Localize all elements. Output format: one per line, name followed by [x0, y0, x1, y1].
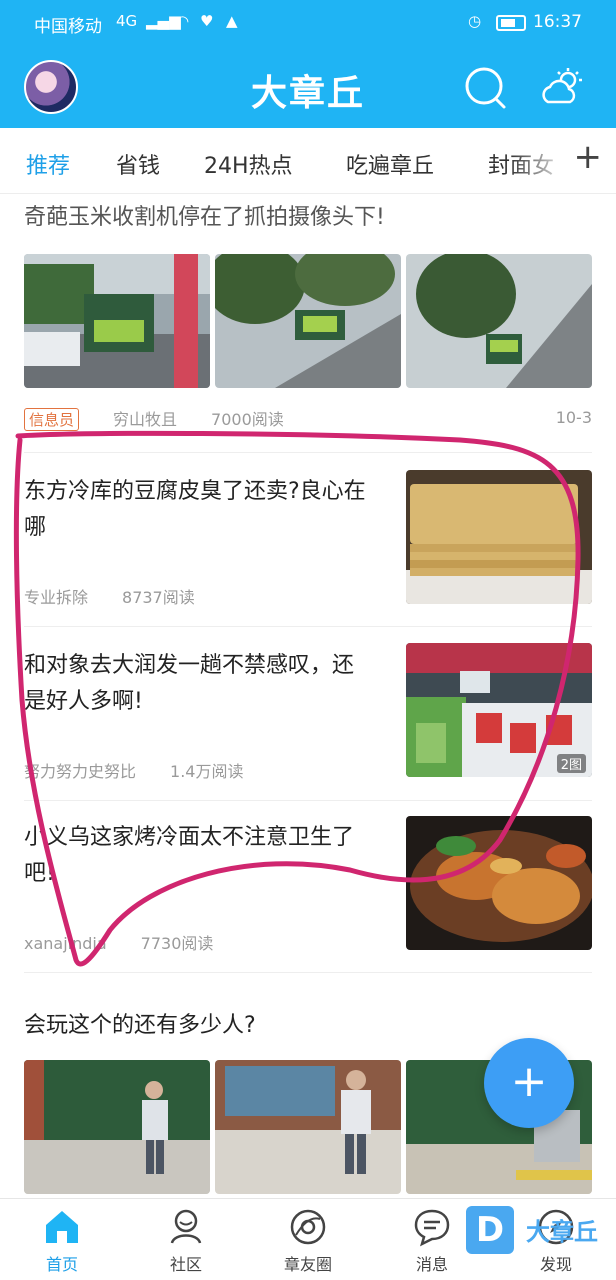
- publish-date: 10-3: [555, 408, 592, 427]
- article-photo[interactable]: [24, 254, 210, 388]
- divider: [24, 800, 592, 801]
- compose-button[interactable]: +: [484, 1038, 574, 1128]
- article-meta: 专业拆除 8737阅读: [24, 584, 229, 608]
- read-count: 8737阅读: [122, 588, 195, 607]
- message-icon: [414, 1209, 450, 1247]
- nav-label: 社区: [169, 1255, 202, 1274]
- home-icon: [46, 1211, 78, 1243]
- image-count-badge: 2图: [556, 754, 586, 773]
- community-icon: [170, 1209, 202, 1244]
- app-notify-icon: ▲: [226, 12, 238, 30]
- search-icon[interactable]: [464, 66, 508, 110]
- read-count: 1.4万阅读: [170, 762, 244, 781]
- tab-recommend[interactable]: 推荐: [26, 148, 70, 180]
- tab-save-money[interactable]: 省钱: [116, 148, 160, 180]
- article-photo[interactable]: [406, 254, 592, 388]
- read-count: 7000阅读: [211, 410, 284, 429]
- article-title[interactable]: 小义乌这家烤冷面太不注意卫生了吧!: [24, 820, 374, 892]
- tab-fade: [510, 128, 570, 192]
- article-photo[interactable]: [24, 1060, 210, 1194]
- app-title: 大章丘: [250, 73, 365, 114]
- divider: [24, 452, 592, 453]
- nav-label: 消息: [415, 1255, 448, 1274]
- article-meta: 信息员 穷山牧且 7000阅读: [24, 406, 318, 431]
- divider: [24, 626, 592, 627]
- article-title[interactable]: 奇葩玉米收割机停在了抓拍摄像头下!: [24, 200, 592, 236]
- tab-24h-hot[interactable]: 24H热点: [204, 148, 293, 180]
- nav-label: 章友圈: [283, 1255, 332, 1274]
- divider: [24, 972, 592, 973]
- watermark-letter: D: [466, 1206, 514, 1254]
- nav-community[interactable]: 社区: [136, 1207, 236, 1275]
- nav-home[interactable]: 首页: [12, 1207, 112, 1275]
- nav-label: 首页: [45, 1255, 78, 1274]
- article-meta: 努力努力史努比 1.4万阅读: [24, 758, 277, 782]
- article-title[interactable]: 东方冷库的豆腐皮臭了还卖?良心在哪: [24, 474, 374, 546]
- status-bar: 中国移动 4G ▂▄▆ ◠ ♥ ▲ ◷ 16:37: [0, 0, 616, 46]
- network-label: 4G: [116, 12, 138, 30]
- add-tab-icon[interactable]: +: [574, 140, 603, 174]
- article-photo[interactable]: [215, 254, 401, 388]
- battery-icon: [496, 15, 526, 31]
- category-tabs: 推荐 省钱 24H热点 吃遍章丘 封面女 +: [0, 128, 616, 194]
- app-header: 中国移动 4G ▂▄▆ ◠ ♥ ▲ ◷ 16:37 大章丘: [0, 0, 616, 128]
- carrier-label: 中国移动: [34, 17, 102, 37]
- author-label: 努力努力史努比: [24, 762, 137, 781]
- article-photo[interactable]: [215, 1060, 401, 1194]
- notification-icon: ♥: [200, 12, 214, 30]
- nav-friends-circle[interactable]: 章友圈: [258, 1207, 358, 1275]
- tab-eat-zhangqiu[interactable]: 吃遍章丘: [346, 148, 434, 180]
- article-title[interactable]: 会玩这个的还有多少人?: [24, 1008, 592, 1044]
- wifi-icon: ◠: [176, 12, 190, 30]
- weather-icon[interactable]: [538, 66, 586, 110]
- article-thumbnail[interactable]: 2图: [406, 643, 592, 777]
- author-label: xanajindia: [24, 934, 107, 953]
- author-label: 专业拆除: [24, 588, 89, 607]
- clock: 16:37: [533, 12, 582, 32]
- role-badge: 信息员: [24, 408, 80, 431]
- circle-icon: [290, 1209, 326, 1245]
- article-thumbnail[interactable]: [406, 470, 592, 604]
- author-label: 穷山牧且: [113, 410, 178, 429]
- read-count: 7730阅读: [140, 934, 214, 953]
- bottom-nav: 首页 社区 章友圈 消息 发现: [0, 1198, 616, 1280]
- alarm-icon: ◷: [468, 12, 482, 30]
- article-thumbnail[interactable]: [406, 816, 592, 950]
- watermark-text: 大章丘: [526, 1218, 598, 1246]
- article-title[interactable]: 和对象去大润发一趟不禁感叹，还是好人多啊!: [24, 648, 374, 720]
- article-meta: xanajindia 7730阅读: [24, 930, 247, 954]
- nav-label: 发现: [539, 1255, 572, 1274]
